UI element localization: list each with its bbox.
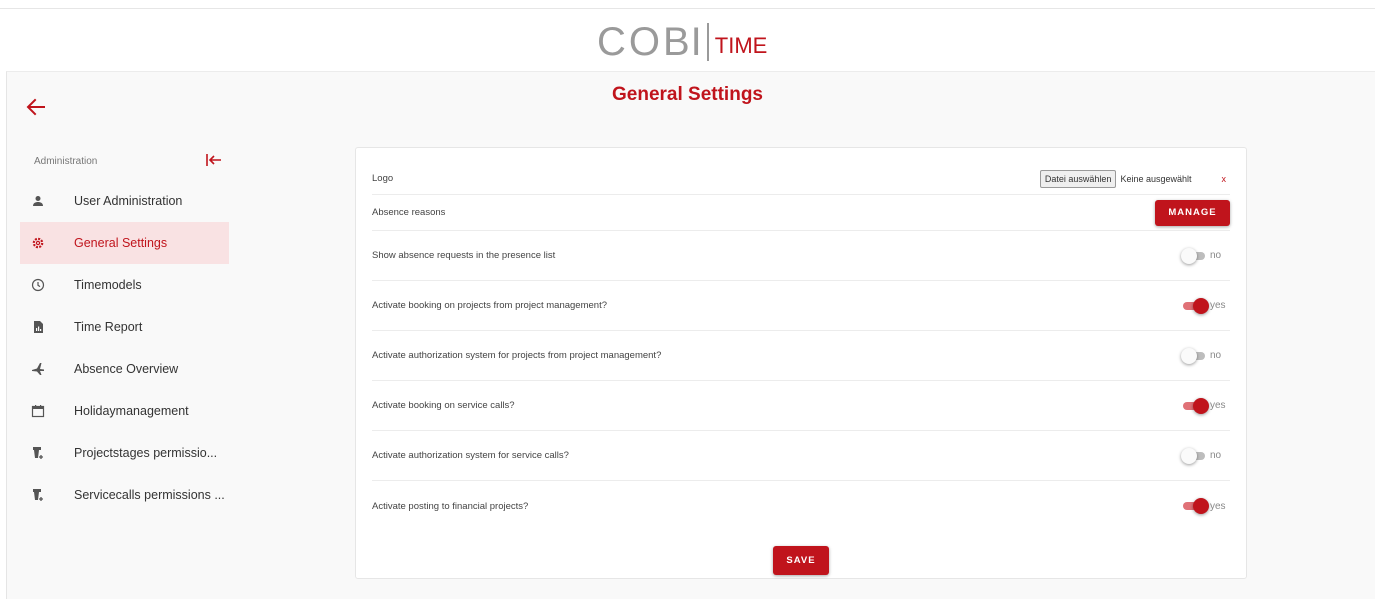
logo-text-bi: BI (663, 20, 703, 64)
permission-icon (20, 446, 74, 460)
toggle-row: Activate authorization system for projec… (372, 331, 1230, 381)
setting-label: Activate booking on projects from projec… (372, 300, 607, 311)
manage-button[interactable]: MANAGE (1155, 199, 1230, 226)
toggle-switch[interactable] (1181, 498, 1209, 514)
permission-icon (20, 488, 74, 502)
logo-label: Logo (372, 173, 394, 184)
toggle-row: Activate booking on service calls? yes (372, 381, 1230, 431)
gear-icon (20, 236, 74, 250)
person-icon (20, 194, 74, 208)
clear-logo-button[interactable]: x (1222, 174, 1227, 184)
toggle-switch[interactable] (1181, 347, 1207, 364)
absence-reasons-label: Absence reasons (372, 207, 446, 218)
toggle-switch[interactable] (1181, 297, 1209, 314)
sidebar-item-label: Time Report (74, 320, 143, 334)
toggle-value-text: yes (1210, 300, 1226, 311)
toggle-value-text: no (1210, 250, 1222, 261)
settings-card: Logo Datei auswählen Keine ausgewählt x … (355, 147, 1247, 579)
sidebar-item-label: Timemodels (74, 278, 142, 292)
clock-icon (20, 278, 74, 292)
airplane-icon (20, 362, 74, 376)
toggle-switch[interactable] (1181, 447, 1207, 464)
save-button[interactable]: SAVE (773, 546, 829, 575)
sidebar-item-absence-overview[interactable]: Absence Overview (20, 348, 229, 390)
setting-label: Activate authorization system for servic… (372, 450, 569, 461)
sidebar-item-projectstages-permissions[interactable]: Projectstages permissio... (20, 432, 229, 474)
toggle-row: Activate booking on projects from projec… (372, 281, 1230, 331)
toggle-switch[interactable] (1181, 247, 1207, 264)
sidebar-item-label: User Administration (74, 194, 183, 208)
sidebar-item-user-administration[interactable]: User Administration (20, 180, 229, 222)
sidebar-item-servicecalls-permissions[interactable]: Servicecalls permissions ... (20, 474, 229, 516)
cobi-time-logo: CO BI TIME (597, 18, 767, 62)
collapse-left-icon[interactable] (205, 152, 223, 168)
sidebar-item-holidaymanagement[interactable]: Holidaymanagement (20, 390, 229, 432)
toggle-row: Activate posting to financial projects? … (372, 481, 1230, 531)
toggle-value-text: no (1210, 350, 1222, 361)
sidebar-item-timemodels[interactable]: Timemodels (20, 264, 229, 306)
toggle-value-text: no (1210, 450, 1222, 461)
setting-label: Activate booking on service calls? (372, 400, 515, 411)
sidebar-item-general-settings[interactable]: General Settings (20, 222, 229, 264)
no-file-text: Keine ausgewählt (1120, 173, 1192, 184)
logo-text-time: TIME (714, 33, 768, 58)
page-title: General Settings (612, 84, 763, 105)
sidebar-item-label: Servicecalls permissions ... (74, 488, 225, 502)
sidebar-item-time-report[interactable]: Time Report (20, 306, 229, 348)
setting-label: Show absence requests in the presence li… (372, 250, 556, 261)
sidebar-nav: User Administration General Settings Tim… (20, 180, 229, 516)
toggle-switch[interactable] (1181, 397, 1209, 414)
choose-file-button[interactable]: Datei auswählen (1039, 169, 1117, 188)
toggle-value-text: yes (1210, 400, 1226, 411)
calendar-icon (20, 404, 74, 418)
toggle-value-text: yes (1210, 500, 1226, 512)
toggle-row: Show absence requests in the presence li… (372, 231, 1230, 281)
sidebar-item-label: Absence Overview (74, 362, 179, 376)
report-icon (20, 320, 74, 334)
sidebar-item-label: Projectstages permissio... (74, 446, 218, 460)
sidebar-item-label: Holidaymanagement (74, 404, 189, 418)
sidebar-item-label: General Settings (74, 236, 168, 250)
logo-separator (706, 23, 709, 61)
logo-text-co: CO (597, 20, 663, 64)
logo-setting-row: Logo Datei auswählen Keine ausgewählt x (372, 163, 1230, 195)
toggle-row: Activate authorization system for servic… (372, 431, 1230, 481)
sidebar-heading: Administration (34, 156, 98, 167)
setting-label: Activate posting to financial projects? (372, 500, 529, 512)
setting-label: Activate authorization system for projec… (372, 350, 662, 361)
absence-reasons-row: Absence reasons MANAGE (372, 195, 1230, 231)
